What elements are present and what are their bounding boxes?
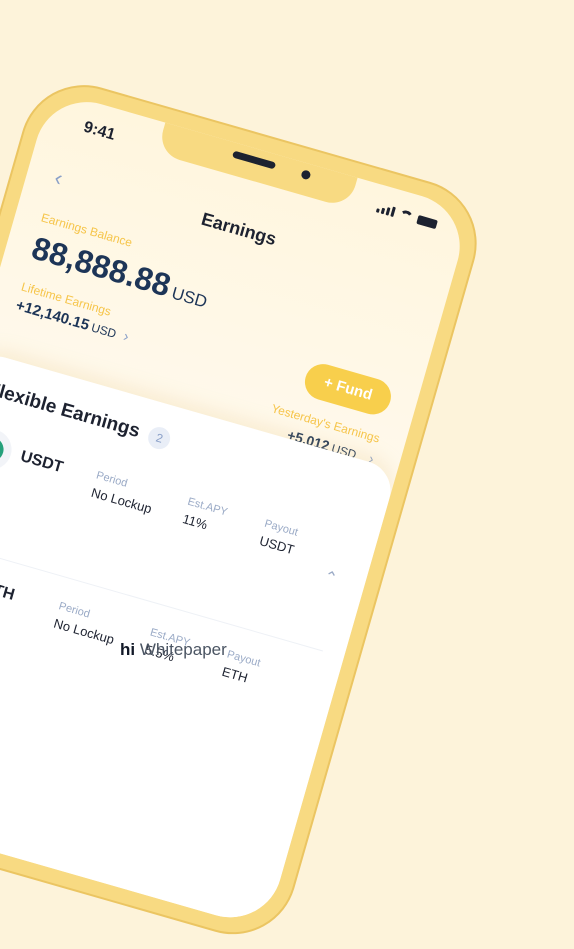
payout-value: ETH: [220, 663, 250, 686]
count-badge: 2: [145, 424, 174, 452]
wifi-icon: [397, 208, 415, 223]
balance-unit: USD: [169, 283, 210, 312]
brand-mark: hi: [120, 640, 136, 659]
asset-name: USDT: [18, 448, 66, 477]
status-time: 9:41: [81, 118, 118, 144]
fund-button[interactable]: + Fund: [300, 359, 396, 419]
status-icons: [375, 202, 439, 229]
signal-icon: [375, 202, 396, 218]
phone-mockup: 9:41 ‹ Earnings Earnings Balance 88,888.…: [0, 70, 492, 949]
period-value: No Lockup: [89, 484, 154, 517]
lifetime-unit: USD: [89, 320, 118, 341]
speaker-icon: [231, 150, 277, 170]
period-value: No Lockup: [52, 615, 116, 648]
whitepaper-link[interactable]: hi Whitepaper: [120, 640, 227, 660]
whitepaper-label: Whitepaper: [139, 640, 227, 659]
chevron-right-icon: ›: [121, 327, 131, 346]
phone-screen: 9:41 ‹ Earnings Earnings Balance 88,888.…: [0, 89, 473, 930]
usdt-icon: T: [0, 424, 17, 475]
apy-value: 11%: [180, 511, 210, 533]
phone-notch: [156, 120, 359, 209]
battery-icon: [416, 214, 439, 229]
camera-icon: [300, 169, 312, 181]
asset-name: ETH: [0, 578, 17, 604]
chevron-up-icon[interactable]: ⌃: [321, 566, 340, 589]
flexible-title-text: Flexible Earnings: [0, 378, 143, 443]
